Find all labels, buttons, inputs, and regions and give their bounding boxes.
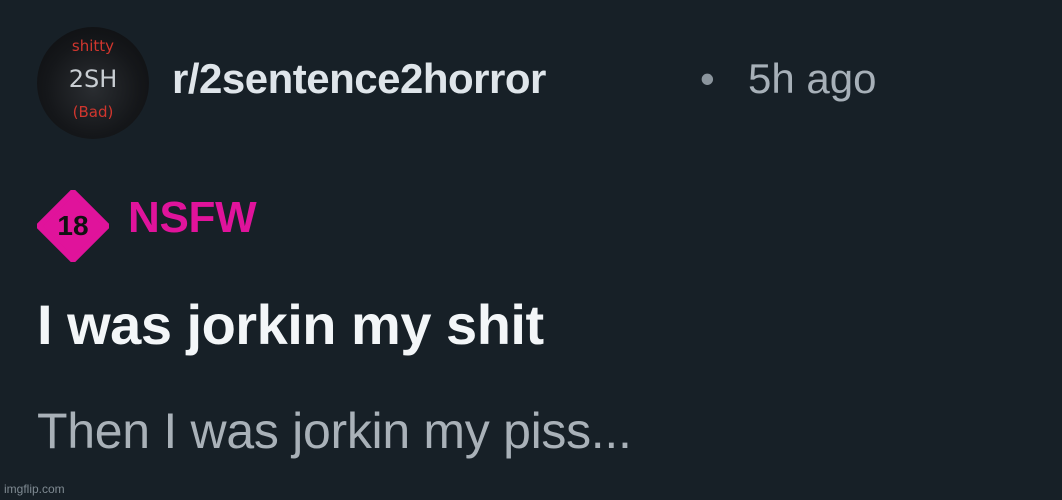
nsfw-18-icon: 18 — [36, 189, 110, 263]
subreddit-name-link[interactable]: r/2sentence2horror — [172, 55, 546, 103]
avatar-text-top: shitty — [72, 37, 114, 55]
avatar-text-bottom: (Bad) — [73, 103, 114, 121]
nsfw-badge-number: 18 — [57, 210, 89, 241]
nsfw-tag-label: NSFW — [128, 193, 257, 242]
post-timestamp: 5h ago — [748, 55, 877, 102]
post-title[interactable]: I was jorkin my shit — [37, 292, 544, 357]
post-card[interactable]: shitty 2SH (Bad) r/2sentence2horror • 5h… — [0, 0, 1062, 500]
subreddit-avatar[interactable]: shitty 2SH (Bad) — [37, 27, 149, 139]
avatar-text-mid: 2SH — [69, 65, 118, 93]
avatar-art-icon: shitty 2SH (Bad) — [69, 37, 118, 121]
post-body-preview[interactable]: Then I was jorkin my piss... — [37, 402, 632, 460]
imgflip-watermark: imgflip.com — [4, 482, 65, 496]
separator-dot: • — [700, 55, 715, 102]
